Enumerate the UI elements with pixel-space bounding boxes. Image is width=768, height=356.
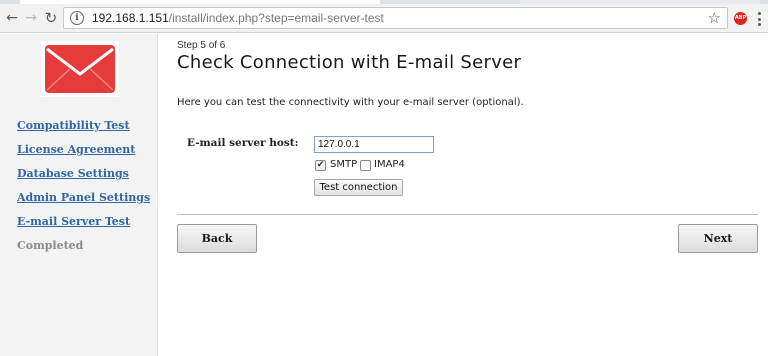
step-indicator: Step 5 of 6 [177, 40, 226, 51]
sidebar-link-database-settings[interactable]: Database Settings [17, 167, 129, 180]
url-text[interactable]: 192.168.1.151/install/index.php?step=ema… [92, 11, 384, 25]
browser-toolbar: ← → ↻ i 192.168.1.151/install/index.php?… [0, 4, 768, 33]
sidebar-item-database-settings[interactable]: Database Settings [17, 167, 150, 191]
sidebar-link-compatibility-test[interactable]: Compatibility Test [17, 119, 130, 132]
back-button[interactable]: Back [177, 224, 257, 253]
next-button[interactable]: Next [678, 224, 758, 253]
sidebar-item-email-server-test[interactable]: E-mail Server Test [17, 215, 150, 239]
sidebar-item-admin-panel-settings[interactable]: Admin Panel Settings [17, 191, 150, 215]
url-host: 192.168.1.151 [92, 11, 169, 25]
browser-menu-icon[interactable] [755, 10, 763, 28]
sidebar-item-license-agreement[interactable]: License Agreement [17, 143, 150, 167]
installer-sidebar: Compatibility Test License Agreement Dat… [0, 34, 158, 356]
checkmark-icon: ✔ [316, 160, 325, 170]
email-host-input[interactable] [314, 136, 434, 153]
page-description: Here you can test the connectivity with … [177, 97, 524, 108]
bookmark-star-icon[interactable]: ☆ [708, 9, 721, 27]
forward-arrow-icon[interactable]: → [22, 9, 40, 27]
email-envelope-logo-icon [41, 41, 119, 97]
sidebar-item-completed: Completed [17, 239, 84, 252]
test-connection-button[interactable]: Test connection [314, 179, 403, 196]
imap4-checkbox[interactable] [360, 160, 371, 171]
adblock-icon[interactable]: ABP [734, 12, 747, 25]
back-arrow-icon[interactable]: ← [3, 9, 21, 27]
address-bar[interactable]: i 192.168.1.151/install/index.php?step=e… [63, 7, 728, 29]
smtp-checkbox[interactable]: ✔ [315, 160, 326, 171]
smtp-label[interactable]: SMTP [330, 159, 357, 170]
page-title: Check Connection with E-mail Server [177, 52, 522, 73]
imap4-label[interactable]: IMAP4 [374, 159, 405, 170]
sidebar-link-license-agreement[interactable]: License Agreement [17, 143, 135, 156]
sidebar-link-admin-panel-settings[interactable]: Admin Panel Settings [17, 191, 150, 204]
divider [177, 214, 758, 215]
installer-steps-nav: Compatibility Test License Agreement Dat… [17, 119, 150, 263]
info-icon[interactable]: i [70, 11, 84, 25]
reload-icon[interactable]: ↻ [42, 9, 60, 27]
sidebar-link-email-server-test[interactable]: E-mail Server Test [17, 215, 130, 228]
email-host-label: E-mail server host: [187, 137, 299, 149]
url-path: /install/index.php?step=email-server-tes… [168, 11, 384, 25]
sidebar-item-compatibility-test[interactable]: Compatibility Test [17, 119, 150, 143]
